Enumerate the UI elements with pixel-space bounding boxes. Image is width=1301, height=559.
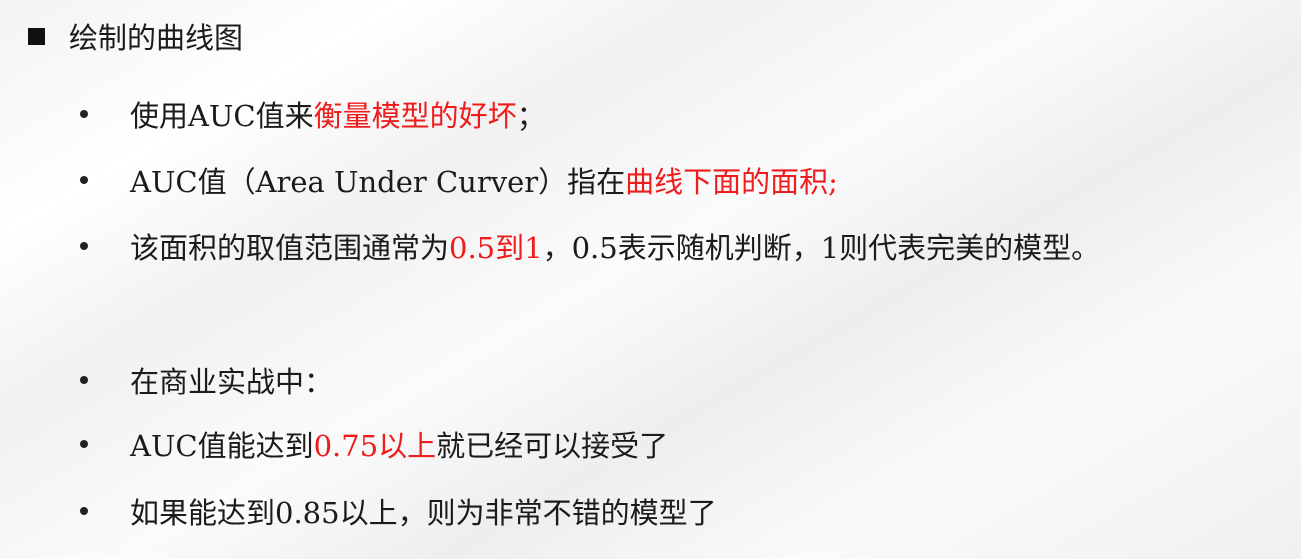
bullet-text: 使用AUC值来	[130, 99, 314, 133]
bullet-text: ；	[516, 99, 546, 133]
bullet-text: 在商业实战中：	[130, 365, 334, 399]
bullet-dot-icon	[80, 507, 88, 515]
bullet-item-auc-usage: 使用AUC值来 衡量模型的好坏；	[80, 94, 546, 134]
bullet-dot-icon	[80, 110, 88, 118]
square-bullet-icon	[28, 27, 45, 45]
heading-text: 绘制的曲线图	[69, 21, 244, 55]
bullet-item-excellent-threshold: 如果能达到0.85以上，则为非常不错的模型了	[80, 491, 717, 531]
bullet-item-business-practice: 在商业实战中：	[80, 360, 333, 400]
bullet-dot-icon	[80, 440, 88, 448]
emphasis-text: 曲线下面的面积;	[625, 165, 838, 199]
emphasis-text: 衡量模型的好坏	[313, 99, 517, 133]
section-heading: 绘制的曲线图	[28, 16, 243, 56]
emphasis-text: 0.5到1	[449, 231, 543, 265]
bullet-text: AUC值（Area Under Curver）指在	[130, 165, 626, 199]
bullet-text: 该面积的取值范围通常为	[130, 231, 450, 265]
bullet-item-acceptable-threshold: AUC值能达到 0.75以上 就已经可以接受了	[80, 424, 668, 464]
bullet-item-auc-range: 该面积的取值范围通常为 0.5到1 ，0.5表示随机判断，1则代表完美的模型。	[80, 226, 1100, 266]
bullet-dot-icon	[80, 376, 88, 384]
bullet-text: ，0.5表示随机判断，1则代表完美的模型。	[542, 231, 1101, 265]
bullet-text: 如果能达到0.85以上，则为非常不错的模型了	[130, 496, 717, 530]
slide: 绘制的曲线图 使用AUC值来 衡量模型的好坏； AUC值（Area Under C…	[0, 0, 1301, 559]
bullet-text: AUC值能达到	[130, 429, 314, 463]
bullet-dot-icon	[80, 242, 88, 250]
bullet-dot-icon	[80, 176, 88, 184]
emphasis-text: 0.75以上	[313, 429, 437, 463]
bullet-item-auc-definition: AUC值（Area Under Curver）指在 曲线下面的面积;	[80, 160, 838, 200]
bullet-text: 就已经可以接受了	[436, 429, 669, 463]
